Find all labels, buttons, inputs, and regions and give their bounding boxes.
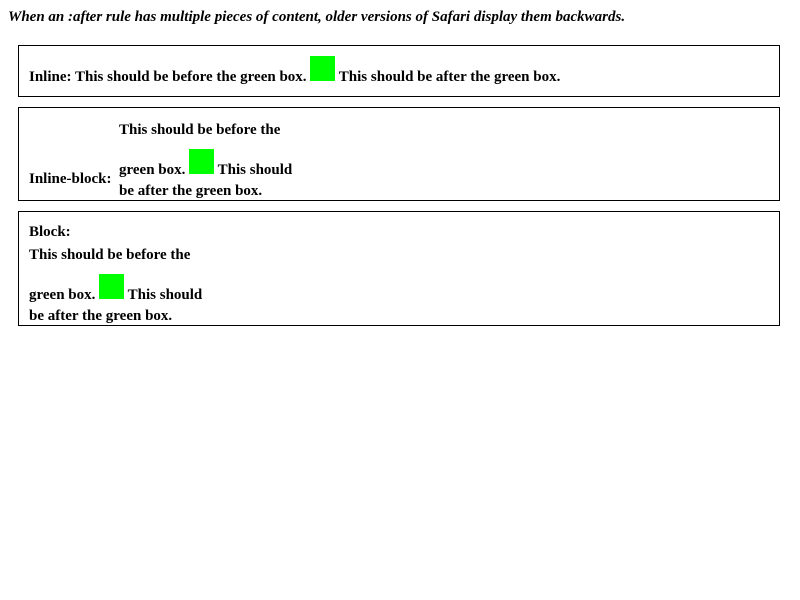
page-title: When an :after rule has multiple pieces … bbox=[8, 9, 626, 25]
block-green-box bbox=[99, 274, 125, 299]
inline-green-box bbox=[310, 56, 336, 81]
inline-block-after-text: This should bbox=[217, 162, 293, 178]
block-content: This should be before the green box. Thi… bbox=[29, 245, 202, 327]
inline-after-text: This should be after the green box. bbox=[338, 69, 561, 85]
block-before-text: green box. bbox=[29, 287, 96, 303]
inline-block-content: This should be before the green box. Thi… bbox=[119, 120, 309, 202]
inline-block-before-line: This should be before the bbox=[119, 122, 281, 138]
block-label: Block: bbox=[29, 224, 71, 240]
block-test-box: Block: This should be before the green b… bbox=[18, 211, 780, 326]
block-after-text: This should bbox=[127, 287, 203, 303]
inline-test-line: Inline: This should be before the green … bbox=[29, 56, 560, 92]
block-middle-line: green box. This should bbox=[29, 274, 202, 306]
inline-block-test-box: Inline-block: This should be before the … bbox=[18, 107, 780, 201]
inline-block-middle-line: green box. This should bbox=[119, 149, 309, 181]
inline-before-text: This should be before the green box. bbox=[75, 69, 307, 85]
inline-block-label: Inline-block: bbox=[29, 171, 112, 187]
inline-label: Inline: bbox=[29, 69, 72, 85]
inline-test-box: Inline: This should be before the green … bbox=[18, 45, 780, 97]
inline-block-before-text: green box. bbox=[119, 162, 186, 178]
block-before-line: This should be before the bbox=[29, 247, 191, 263]
block-after-line: be after the green box. bbox=[29, 308, 173, 324]
inline-block-after-line: be after the green box. bbox=[119, 183, 263, 199]
inline-block-green-box bbox=[189, 149, 215, 174]
